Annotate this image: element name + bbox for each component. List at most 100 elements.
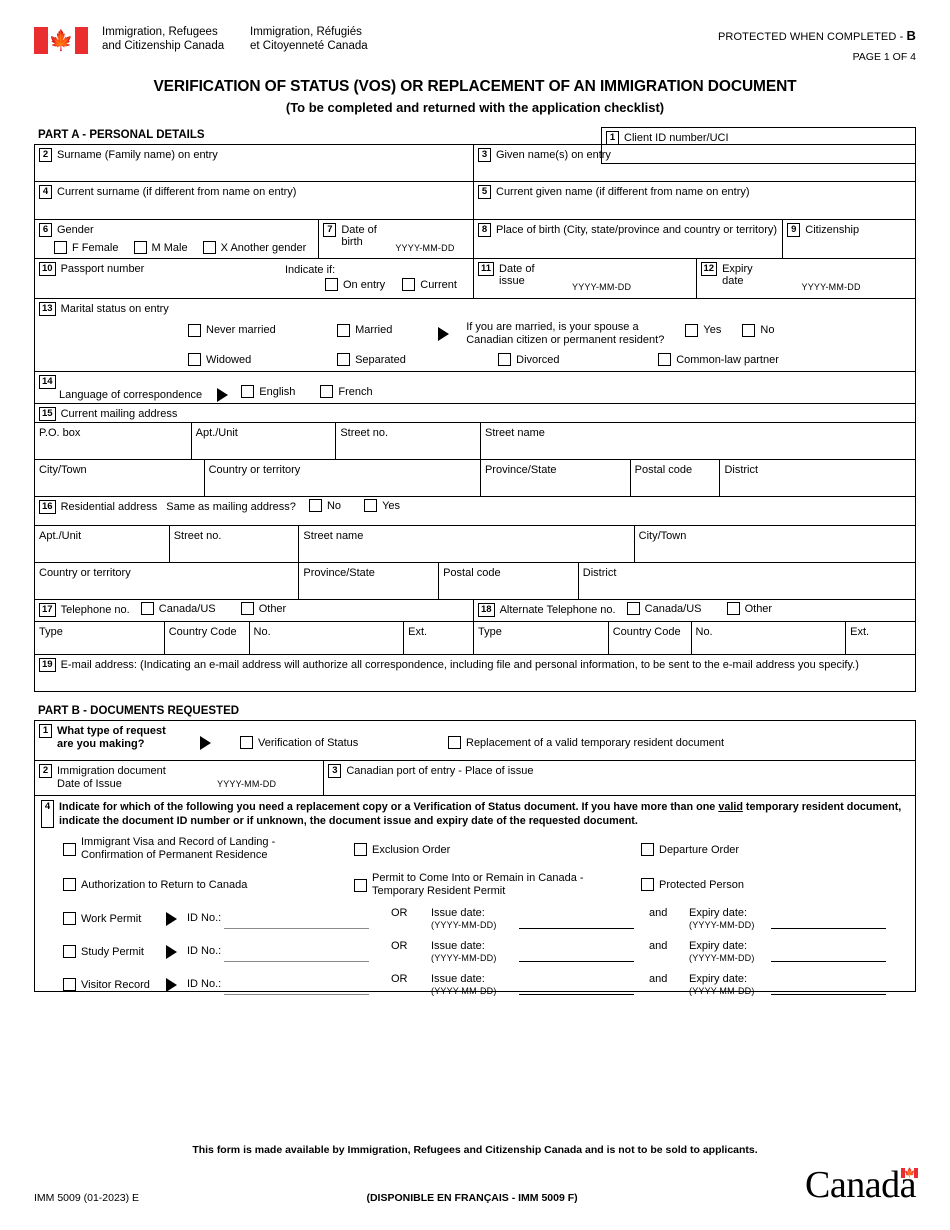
field-given-name-on-entry[interactable]: 3 Given name(s) on entry <box>474 145 915 181</box>
checkbox-box-icon[interactable] <box>354 878 367 892</box>
checkbox-immigrant-visa-record-landing[interactable]: Immigrant Visa and Record of Landing - C… <box>63 836 275 862</box>
input-study-permit-issue-date[interactable] <box>519 961 634 962</box>
field-place-of-birth[interactable]: 8 Place of birth (City, state/province an… <box>474 220 784 258</box>
field-res-country[interactable]: Country or territory <box>35 563 300 599</box>
field-mailing-apt[interactable]: Apt./Unit <box>192 423 337 459</box>
field-gender[interactable]: 6 Gender F Female M Male X Another gender <box>35 220 320 258</box>
checkbox-box-icon[interactable] <box>140 602 154 615</box>
checkbox-work-permit[interactable]: Work Permit <box>63 912 141 925</box>
checkbox-box-icon[interactable] <box>63 878 76 891</box>
field-passport-number[interactable]: 10 Passport number Indicate if: On entry … <box>35 259 474 298</box>
input-visitor-record-expiry-date[interactable] <box>771 994 886 995</box>
checkbox-divorced[interactable]: Divorced <box>498 353 637 366</box>
field-mailing-postal[interactable]: Postal code <box>631 460 721 496</box>
checkbox-box-icon[interactable] <box>188 353 201 366</box>
field-immigration-doc-date[interactable]: 2 Immigration document Date of Issue YYY… <box>35 761 325 795</box>
checkbox-gender-female[interactable]: F Female <box>54 241 118 254</box>
field-tel-ext[interactable]: Ext. <box>404 622 474 654</box>
input-study-permit-id[interactable] <box>224 961 369 962</box>
field-date-of-birth[interactable]: 7 Date of birth YYYY-MM-DD <box>319 220 474 258</box>
field-residential-address-header[interactable]: 16 Residential address Same as mailing ad… <box>35 497 915 525</box>
checkbox-language-english[interactable]: English <box>241 385 295 398</box>
field-tel-type[interactable]: Type <box>35 622 165 654</box>
field-current-given-name[interactable]: 5 Current given name (if different from n… <box>474 182 915 219</box>
field-alt-telephone-header[interactable]: 18 Alternate Telephone no. Canada/US Othe… <box>474 600 915 621</box>
field-res-city[interactable]: City/Town <box>635 526 915 562</box>
checkbox-box-icon[interactable] <box>402 278 416 291</box>
checkbox-box-icon[interactable] <box>742 323 756 337</box>
checkbox-box-icon[interactable] <box>658 353 672 366</box>
checkbox-box-icon[interactable] <box>641 878 654 891</box>
checkbox-box-icon[interactable] <box>325 278 338 291</box>
checkbox-box-icon[interactable] <box>240 736 253 749</box>
field-request-type[interactable]: 1 What type of request are you making? V… <box>35 721 915 760</box>
field-mailing-country[interactable]: Country or territory <box>205 460 481 496</box>
checkbox-temporary-resident-permit[interactable]: Permit to Come Into or Remain in Canada … <box>354 872 584 898</box>
checkbox-box-icon[interactable] <box>498 353 512 366</box>
checkbox-box-icon[interactable] <box>685 323 699 337</box>
checkbox-box-icon[interactable] <box>63 945 76 958</box>
field-surname-on-entry[interactable]: 2 Surname (Family name) on entry <box>35 145 474 181</box>
checkbox-authorization-return-canada[interactable]: Authorization to Return to Canada <box>63 878 247 891</box>
field-res-street-no[interactable]: Street no. <box>170 526 300 562</box>
field-email-address[interactable]: 19 E-mail address: (Indicating an e-mail … <box>35 655 915 691</box>
field-alt-tel-number[interactable]: No. <box>692 622 847 654</box>
field-mailing-street-name[interactable]: Street name <box>481 423 915 459</box>
input-work-permit-issue-date[interactable] <box>519 928 634 929</box>
checkbox-language-french[interactable]: French <box>320 385 373 398</box>
checkbox-box-icon[interactable] <box>320 385 334 398</box>
checkbox-box-icon[interactable] <box>364 499 378 512</box>
field-document-selection[interactable]: 4 Indicate for which of the following yo… <box>35 796 915 996</box>
field-alt-tel-country-code[interactable]: Country Code <box>609 622 692 654</box>
checkbox-box-icon[interactable] <box>337 323 351 337</box>
checkbox-box-icon[interactable] <box>63 978 76 991</box>
field-alt-tel-type[interactable]: Type <box>474 622 609 654</box>
input-visitor-record-id[interactable] <box>224 994 369 995</box>
input-work-permit-expiry-date[interactable] <box>771 928 886 929</box>
checkbox-residential-no[interactable]: No <box>308 499 341 512</box>
checkbox-passport-current[interactable]: Current <box>402 278 457 291</box>
field-mailing-city[interactable]: City/Town <box>35 460 205 496</box>
checkbox-verification-of-status[interactable]: Verification of Status <box>240 736 358 749</box>
checkbox-departure-order[interactable]: Departure Order <box>641 843 739 856</box>
checkbox-box-icon[interactable] <box>133 241 147 254</box>
checkbox-protected-person[interactable]: Protected Person <box>641 878 744 891</box>
checkbox-married[interactable]: Married <box>337 323 417 337</box>
checkbox-spouse-yes[interactable]: Yes <box>685 323 721 337</box>
field-telephone-header[interactable]: 17 Telephone no. Canada/US Other <box>35 600 474 621</box>
field-tel-number[interactable]: No. <box>250 622 405 654</box>
checkbox-box-icon[interactable] <box>726 602 740 615</box>
input-study-permit-expiry-date[interactable] <box>771 961 886 962</box>
field-marital-status[interactable]: 13 Marital status on entry Never married … <box>35 299 915 371</box>
checkbox-box-icon[interactable] <box>54 241 67 254</box>
checkbox-box-icon[interactable] <box>202 241 216 254</box>
checkbox-alt-tel-other[interactable]: Other <box>726 602 772 615</box>
field-mailing-province[interactable]: Province/State <box>481 460 631 496</box>
checkbox-exclusion-order[interactable]: Exclusion Order <box>354 843 450 856</box>
input-work-permit-id[interactable] <box>224 928 369 929</box>
checkbox-alt-tel-canada-us[interactable]: Canada/US <box>626 602 702 615</box>
permit-row-study[interactable]: Study Permit ID No.: OR Issue date: (YYY… <box>41 939 909 972</box>
checkbox-box-icon[interactable] <box>240 602 254 615</box>
field-alt-tel-ext[interactable]: Ext. <box>846 622 915 654</box>
checkbox-box-icon[interactable] <box>241 385 255 398</box>
checkbox-passport-on-entry[interactable]: On entry <box>325 278 385 291</box>
checkbox-gender-male[interactable]: M Male <box>133 241 188 254</box>
permit-row-work[interactable]: Work Permit ID No.: OR Issue date: (YYYY… <box>41 906 909 939</box>
field-mailing-street-no[interactable]: Street no. <box>336 423 481 459</box>
checkbox-box-icon[interactable] <box>626 602 640 615</box>
checkbox-tel-canada-us[interactable]: Canada/US <box>140 602 216 615</box>
permit-row-visitor[interactable]: Visitor Record ID No.: OR Issue date: (Y… <box>41 972 909 1005</box>
checkbox-replacement-temp-resident-doc[interactable]: Replacement of a valid temporary residen… <box>448 736 724 749</box>
checkbox-residential-yes[interactable]: Yes <box>364 499 400 512</box>
checkbox-tel-other[interactable]: Other <box>240 602 286 615</box>
field-mailing-po-box[interactable]: P.O. box <box>35 423 192 459</box>
field-port-of-entry[interactable]: 3 Canadian port of entry - Place of issue <box>324 761 915 795</box>
field-citizenship[interactable]: 9 Citizenship <box>783 220 915 258</box>
field-tel-country-code[interactable]: Country Code <box>165 622 250 654</box>
field-res-apt[interactable]: Apt./Unit <box>35 526 170 562</box>
field-language-of-correspondence[interactable]: 14 Language of correspondence English Fr… <box>35 372 915 403</box>
checkbox-visitor-record[interactable]: Visitor Record <box>63 978 150 991</box>
field-res-postal[interactable]: Postal code <box>439 563 579 599</box>
input-visitor-record-issue-date[interactable] <box>519 994 634 995</box>
